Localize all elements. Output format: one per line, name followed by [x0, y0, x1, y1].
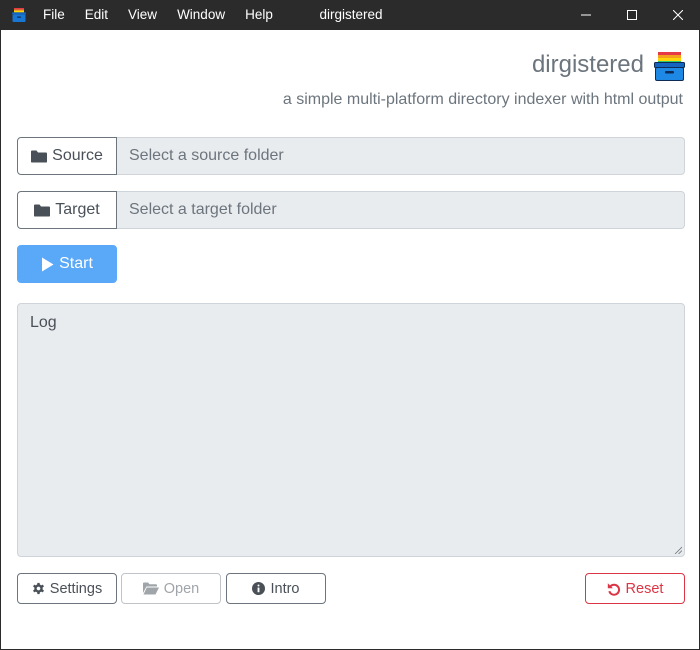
folder-icon [34, 204, 51, 216]
info-icon [252, 582, 266, 595]
close-icon [673, 10, 683, 20]
app-window: File Edit View Window Help dirgistered d… [0, 0, 700, 650]
app-icon [12, 8, 26, 22]
maximize-button[interactable] [609, 0, 655, 30]
folder-open-icon [142, 582, 159, 595]
archive-drawer-icon [654, 52, 685, 81]
undo-icon [607, 582, 620, 596]
menu-view[interactable]: View [118, 0, 167, 30]
source-input-group: Source Select a source folder [17, 137, 685, 175]
menu-bar: File Edit View Window Help [33, 0, 283, 30]
reset-button[interactable]: Reset [585, 573, 685, 604]
open-button[interactable]: Open [121, 573, 221, 604]
target-button-label: Target [55, 201, 100, 218]
folder-icon [31, 150, 48, 162]
menu-window[interactable]: Window [167, 0, 235, 30]
reset-button-label: Reset [625, 580, 664, 597]
settings-button-label: Settings [49, 580, 103, 597]
log-textarea[interactable]: Log [17, 303, 685, 557]
target-folder-input[interactable]: Select a target folder [117, 191, 685, 229]
resize-grip-icon[interactable] [674, 546, 682, 554]
menu-file[interactable]: File [33, 0, 75, 30]
source-button[interactable]: Source [17, 137, 117, 175]
source-folder-input[interactable]: Select a source folder [117, 137, 685, 175]
close-button[interactable] [655, 0, 700, 30]
play-icon [42, 257, 54, 271]
app-subtitle: a simple multi-platform directory indexe… [282, 91, 683, 108]
target-input-group: Target Select a target folder [17, 191, 685, 229]
start-button[interactable]: Start [17, 245, 117, 283]
source-button-label: Source [52, 147, 103, 164]
settings-button[interactable]: Settings [17, 573, 117, 604]
menu-help[interactable]: Help [235, 0, 283, 30]
menu-edit[interactable]: Edit [75, 0, 118, 30]
intro-button[interactable]: Intro [226, 573, 326, 604]
app-name: dirgistered [531, 51, 644, 78]
minimize-button[interactable] [563, 0, 609, 30]
window-controls [563, 0, 700, 30]
open-button-label: Open [163, 580, 200, 597]
gear-icon [32, 582, 44, 595]
start-button-label: Start [59, 255, 93, 272]
maximize-icon [627, 10, 637, 20]
target-button[interactable]: Target [17, 191, 117, 229]
log-placeholder: Log [30, 314, 57, 331]
intro-button-label: Intro [270, 580, 300, 597]
title-bar: File Edit View Window Help dirgistered [1, 0, 700, 30]
minimize-icon [581, 14, 591, 16]
